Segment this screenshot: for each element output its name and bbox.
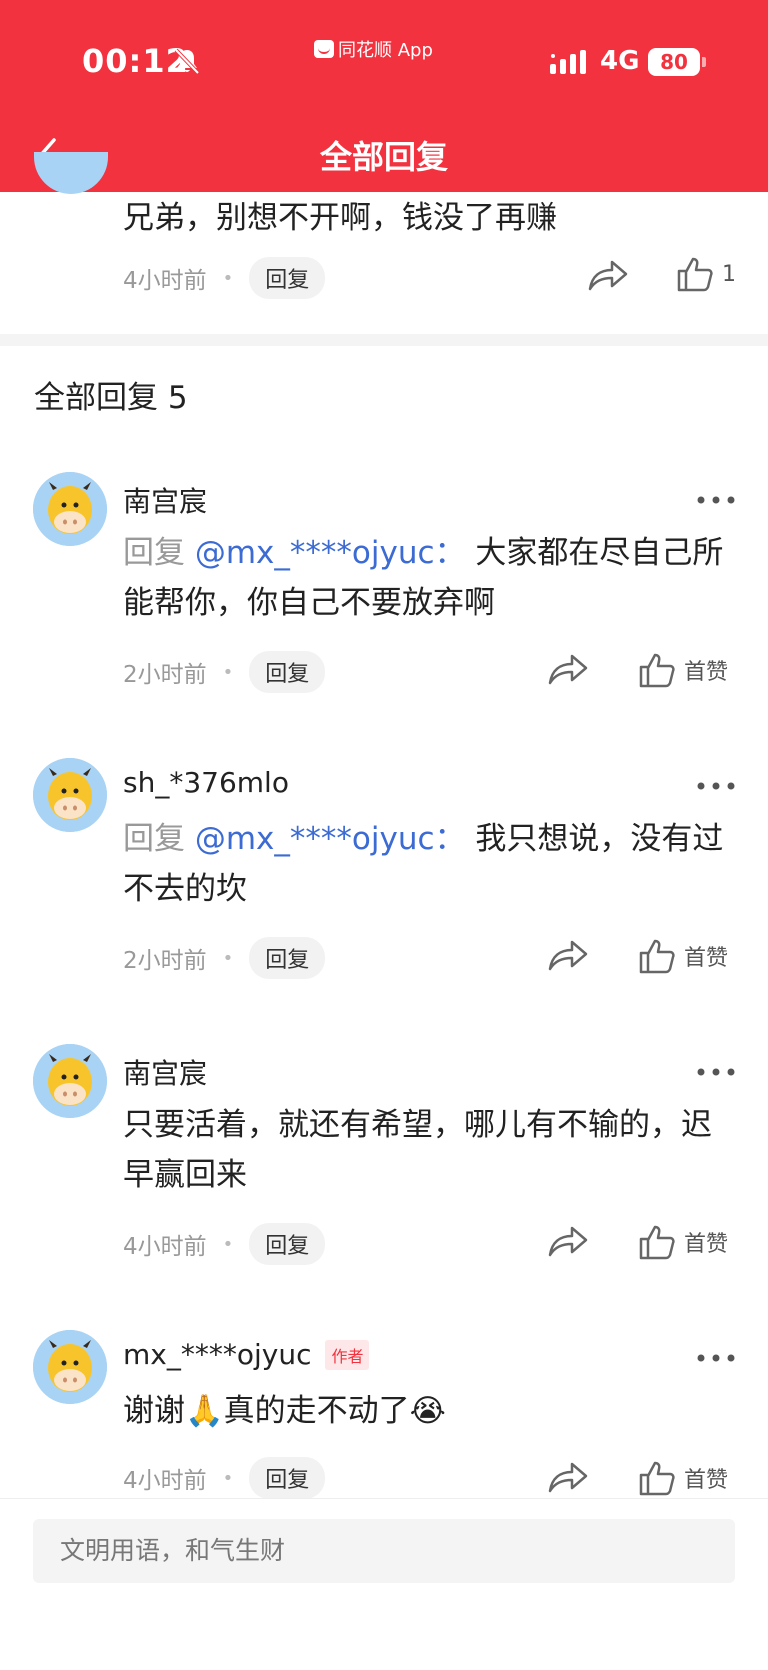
parent-comment: 兄弟，别想不开啊，钱没了再赚 4小时前 • 回复 1 [0,152,768,334]
share-icon[interactable] [546,1222,590,1260]
parent-comment-meta: 4小时前 • 回复 [123,257,326,299]
share-icon[interactable] [546,1458,590,1496]
thumbs-up-icon [639,939,675,974]
separator-dot: • [222,1233,234,1255]
comment-time: 2小时前 [123,662,207,688]
comment-time: 4小时前 [123,1234,207,1260]
separator-dot: • [222,947,234,969]
comment-meta: 4小时前 • 回复 [123,1223,326,1265]
cow-avatar-icon [33,472,107,546]
like-button[interactable]: 首赞 [638,936,728,976]
separator-dot: • [222,267,234,289]
comment-body: 只要活着，就还有希望，哪儿有不输的，迟早赢回来 [123,1107,712,1193]
status-bar: 00:12 同花顺 App 4G 80 [0,0,768,120]
comment-meta: 2小时前 • 回复 [123,651,326,693]
avatar[interactable] [33,758,107,832]
cow-avatar-icon [33,758,107,832]
avatar[interactable] [33,1330,107,1404]
comment-input[interactable]: 文明用语，和气生财 [33,1519,735,1583]
share-icon[interactable] [546,936,590,974]
share-icon[interactable] [586,256,630,294]
app-logo-icon [314,40,334,58]
comment-item: mx_****ojyuc 作者 谢谢🙏真的走不动了😭 4小时前 • 回复 首赞 [0,1330,768,1500]
more-options-icon[interactable] [696,1066,736,1078]
username-text[interactable]: sh_*376mlo [123,766,289,799]
reply-button[interactable]: 回复 [249,257,326,299]
like-count: 1 [722,261,736,287]
username[interactable]: sh_*376mlo [123,766,289,799]
avatar[interactable] [33,1044,107,1118]
comment-item: 南宫宸 回复 @mx_****ojyuc： 大家都在尽自己所能帮你，你自己不要放… [0,472,768,693]
comment-time: 2小时前 [123,948,207,974]
like-button[interactable]: 首赞 [638,1222,728,1262]
comment-body: 谢谢🙏真的走不动了😭 [123,1393,446,1429]
like-button[interactable]: 首赞 [638,650,728,690]
mention-link[interactable]: @mx_****ojyuc： [195,535,466,571]
reply-prefix: 回复 [123,535,185,571]
reply-button[interactable]: 回复 [249,937,326,979]
username-text[interactable]: 南宫宸 [123,1052,207,1092]
avatar[interactable] [33,472,107,546]
thumbs-up-icon [639,653,675,688]
username-text[interactable]: mx_****ojyuc [123,1338,311,1371]
reply-button[interactable]: 回复 [249,1223,326,1265]
reply-prefix: 回复 [123,821,185,857]
reply-button[interactable]: 回复 [249,651,326,693]
thumbs-up-icon [639,1461,675,1496]
signal-icon [550,50,586,74]
like-button[interactable]: 首赞 [638,1458,728,1498]
comment-input-bar: 文明用语，和气生财 [0,1498,768,1670]
separator-dot: • [222,1467,234,1489]
replies-section-title: 全部回复 5 [34,380,188,416]
more-options-icon[interactable] [696,1352,736,1364]
app-name-indicator: 同花顺 App [314,36,433,62]
like-label: 首赞 [684,1468,729,1493]
comment-item: 南宫宸 只要活着，就还有希望，哪儿有不输的，迟早赢回来 4小时前 • 回复 首赞 [0,1044,768,1265]
battery-indicator: 80 [648,48,706,76]
separator-dot: • [222,661,234,683]
thumbs-up-icon [677,257,713,292]
parent-comment-text: 兄弟，别想不开啊，钱没了再赚 [123,200,557,236]
author-badge: 作者 [325,1339,370,1370]
section-divider [0,334,768,346]
reply-button[interactable]: 回复 [249,1457,326,1499]
more-options-icon[interactable] [696,494,736,506]
comment-meta: 2小时前 • 回复 [123,937,326,979]
comment-item: sh_*376mlo 回复 @mx_****ojyuc： 我只想说，没有过不去的… [0,758,768,979]
page-title: 全部回复 [319,138,448,176]
cow-avatar-icon [33,1330,107,1404]
like-label: 首赞 [684,660,729,685]
comment-time: 4小时前 [123,1468,207,1494]
username[interactable]: mx_****ojyuc 作者 [123,1338,370,1371]
comment-text: 回复 @mx_****ojyuc： 大家都在尽自己所能帮你，你自己不要放弃啊 [123,528,733,628]
app-header: 00:12 同花顺 App 4G 80 全部回复 [0,0,768,192]
comment-text: 回复 @mx_****ojyuc： 我只想说，没有过不去的坎 [123,814,733,914]
username[interactable]: 南宫宸 [123,1052,207,1092]
comment-text: 谢谢🙏真的走不动了😭 [123,1386,733,1436]
username[interactable]: 南宫宸 [123,480,207,520]
username-text[interactable]: 南宫宸 [123,480,207,520]
more-options-icon[interactable] [696,780,736,792]
like-label: 首赞 [684,1232,729,1257]
comment-meta: 4小时前 • 回复 [123,1457,326,1499]
mention-link[interactable]: @mx_****ojyuc： [195,821,466,857]
app-name: 同花顺 App [338,40,433,61]
share-icon[interactable] [546,650,590,688]
thumbs-up-icon [639,1225,675,1260]
like-button[interactable]: 1 [676,254,736,294]
network-type: 4G [600,46,640,76]
nav-bar: 全部回复 [0,120,768,192]
like-label: 首赞 [684,946,729,971]
comment-text: 只要活着，就还有希望，哪儿有不输的，迟早赢回来 [123,1100,733,1200]
cow-avatar-icon [33,1044,107,1118]
bell-muted-icon [174,48,200,75]
comment-time: 4小时前 [123,268,207,294]
